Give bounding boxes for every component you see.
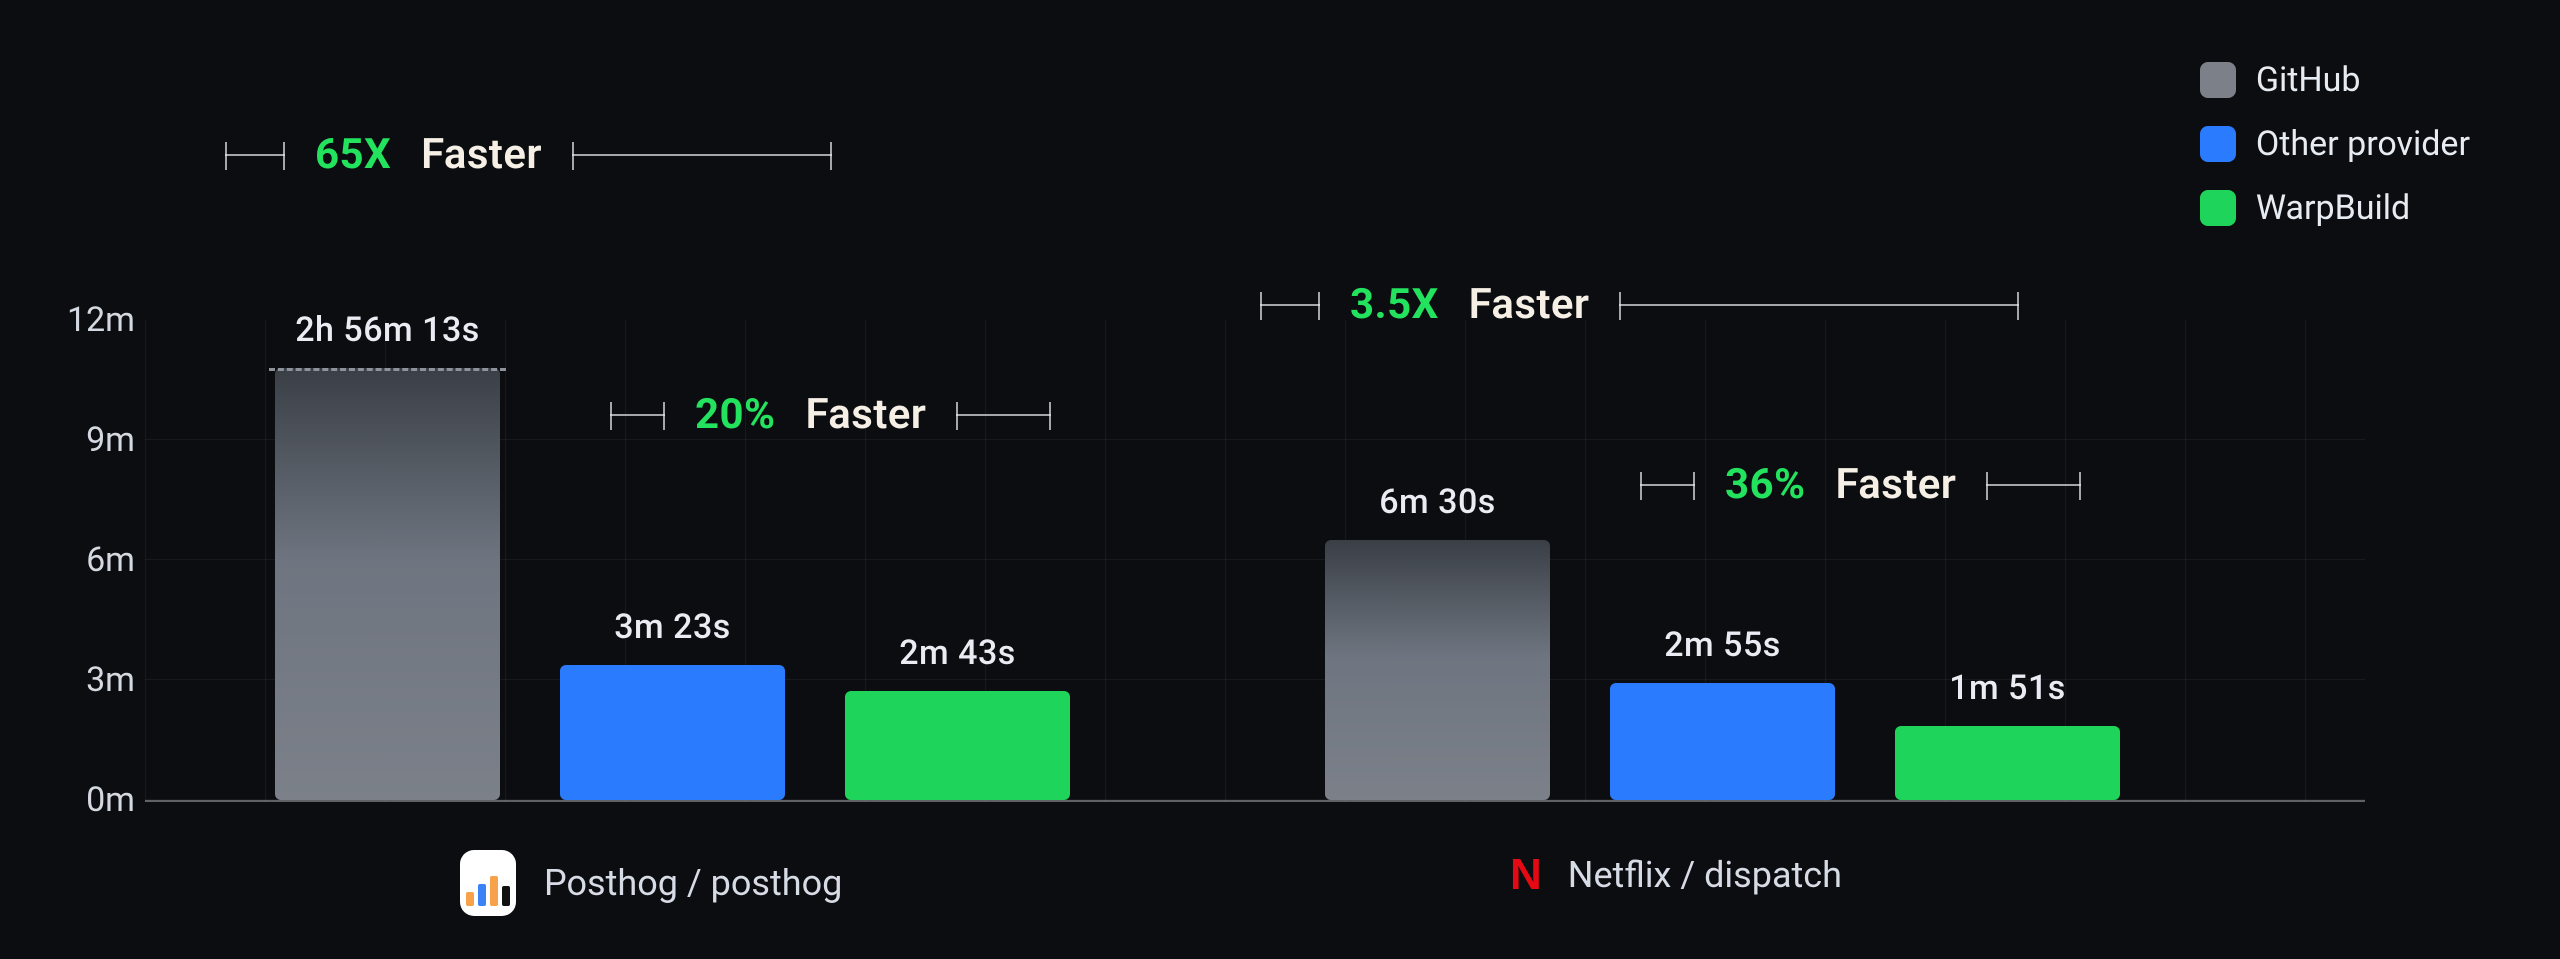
callout-rule-right	[572, 154, 832, 156]
callout-posthog-overall: 65X Faster	[225, 130, 832, 179]
bar-posthog-other: 3m 23s	[560, 665, 785, 800]
bar-netflix-github: 6m 30s	[1325, 540, 1550, 800]
chart-stage: GitHub Other provider WarpBuild 0m 3m 6m…	[0, 0, 2560, 959]
bar-posthog-warp: 2m 43s	[845, 691, 1070, 800]
callout-netflix-overall: 3.5X Faster	[1260, 280, 2019, 329]
legend-swatch-github	[2200, 62, 2236, 98]
project-label: Netflix / dispatch	[1568, 854, 1842, 896]
posthog-icon	[460, 850, 516, 916]
bar-label: 1m 51s	[1949, 668, 2066, 708]
callout-netflix-pair: 36% Faster	[1640, 460, 2081, 509]
callout-rule-right	[1619, 304, 2019, 306]
ytick-3: 3m	[55, 660, 135, 700]
bar-label: 2m 55s	[1664, 625, 1781, 665]
bar-netflix-other: 2m 55s	[1610, 683, 1835, 800]
legend-swatch-warp	[2200, 190, 2236, 226]
callout-rule-left	[225, 154, 285, 156]
callout-accent: 65X	[315, 130, 391, 179]
legend-item-other: Other provider	[2200, 124, 2470, 164]
callout-accent: 3.5X	[1350, 280, 1439, 329]
callout-suffix: Faster	[805, 390, 926, 439]
project-netflix: N Netflix / dispatch	[1510, 850, 1842, 900]
callout-accent: 20%	[695, 390, 775, 439]
bar-netflix-warp: 1m 51s	[1895, 726, 2120, 800]
bar-label: 2m 43s	[899, 633, 1016, 673]
plot-area: 2h 56m 13s 3m 23s 2m 43s 6m 30s 2m 55s 1…	[145, 320, 2365, 802]
callout-accent: 36%	[1725, 460, 1805, 509]
callout-suffix: Faster	[1469, 280, 1590, 329]
legend-item-warp: WarpBuild	[2200, 188, 2470, 228]
project-posthog: Posthog / posthog	[460, 850, 842, 916]
callout-rule-left	[1640, 484, 1695, 486]
callout-rule-right	[1986, 484, 2081, 486]
ytick-12: 12m	[55, 300, 135, 340]
callout-suffix: Faster	[421, 130, 542, 179]
project-label: Posthog / posthog	[544, 862, 842, 904]
bar-label: 2h 56m 13s	[295, 310, 480, 350]
callout-rule-left	[610, 414, 665, 416]
ytick-0: 0m	[55, 780, 135, 820]
callout-suffix: Faster	[1835, 460, 1956, 509]
callout-posthog-pair: 20% Faster	[610, 390, 1051, 439]
legend-item-github: GitHub	[2200, 60, 2470, 100]
callout-rule-left	[1260, 304, 1320, 306]
ytick-6: 6m	[55, 540, 135, 580]
callout-rule-right	[956, 414, 1051, 416]
bar-label: 6m 30s	[1379, 482, 1496, 522]
netflix-icon: N	[1510, 850, 1540, 900]
y-axis: 0m 3m 6m 9m 12m	[55, 320, 135, 800]
legend-label-other: Other provider	[2256, 124, 2470, 164]
bar-posthog-github: 2h 56m 13s	[275, 368, 500, 800]
bar-cap-dashed	[269, 368, 506, 371]
legend-label-warp: WarpBuild	[2256, 188, 2410, 228]
legend-swatch-other	[2200, 126, 2236, 162]
legend: GitHub Other provider WarpBuild	[2200, 60, 2470, 228]
ytick-9: 9m	[55, 420, 135, 460]
bar-label: 3m 23s	[614, 607, 731, 647]
legend-label-github: GitHub	[2256, 60, 2361, 100]
